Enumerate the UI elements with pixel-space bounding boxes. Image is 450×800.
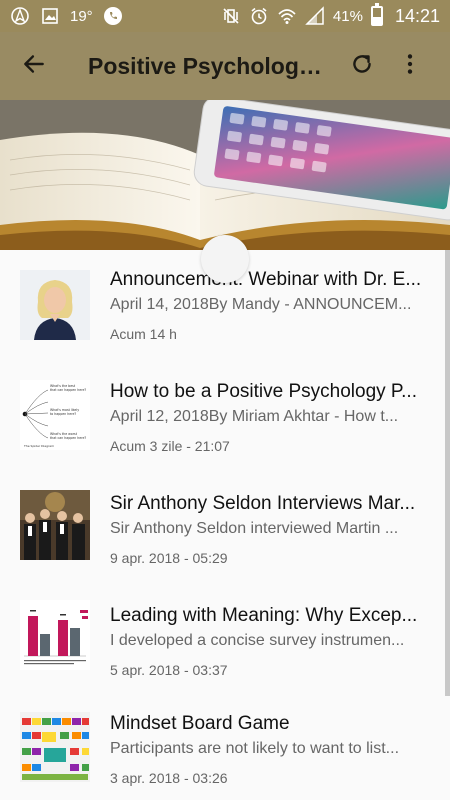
post-excerpt: April 14, 2018By Mandy - ANNOUNCEM... — [110, 296, 412, 313]
list-item[interactable]: Mindset Board Game Participants are not … — [0, 698, 450, 800]
list-item[interactable]: Leading with Meaning: Why Excep... I dev… — [0, 586, 450, 698]
battery-icon — [370, 3, 383, 26]
page-title: Positive Psycholog… — [88, 52, 322, 79]
post-title: How to be a Positive Psychology P... — [110, 381, 417, 402]
diagram-label: to happen here? — [50, 412, 76, 416]
post-title: Leading with Meaning: Why Excep... — [110, 605, 418, 626]
post-date: Acum 14 h — [110, 326, 177, 342]
signal-icon — [305, 6, 325, 26]
pull-to-refresh-indicator — [201, 235, 249, 283]
navigation-icon — [10, 6, 30, 26]
post-excerpt: Participants are not likely to want to l… — [110, 740, 400, 757]
post-excerpt: April 12, 2018By Miriam Akhtar - How t..… — [110, 408, 399, 425]
more-options-button[interactable] — [386, 42, 434, 90]
post-thumbnail: What's the best that can happen here? Wh… — [20, 380, 90, 450]
post-title: Mindset Board Game — [110, 713, 290, 734]
post-date: 3 apr. 2018 - 03:26 — [110, 770, 228, 786]
refresh-button[interactable] — [338, 42, 386, 90]
post-excerpt: Sir Anthony Seldon interviewed Martin ..… — [110, 520, 399, 537]
post-thumbnail — [20, 270, 90, 340]
more-vert-icon — [397, 51, 423, 82]
list-item[interactable]: What's the best that can happen here? Wh… — [0, 362, 450, 474]
clock: 14:21 — [394, 5, 440, 26]
diagram-label: that can happen here? — [50, 388, 86, 392]
back-button[interactable] — [10, 42, 58, 90]
vibrate-mute-icon — [221, 6, 241, 26]
post-title: Sir Anthony Seldon Interviews Mar... — [110, 493, 416, 514]
post-title: Announcement: Webinar with Dr. E... — [110, 269, 422, 290]
battery-percent: 41% — [332, 7, 363, 25]
scrollbar[interactable] — [445, 250, 450, 696]
post-date: 5 apr. 2018 - 03:37 — [110, 662, 228, 678]
temperature-text: 19° — [70, 7, 93, 25]
post-excerpt: I developed a concise survey instrumen..… — [110, 632, 405, 649]
header-image — [0, 100, 450, 250]
post-date: Acum 3 zile - 21:07 — [110, 438, 230, 454]
post-thumbnail — [20, 600, 90, 670]
post-list: Announcement: Webinar with Dr. E... Apri… — [0, 250, 450, 800]
image-icon — [40, 6, 60, 26]
phone-icon — [103, 6, 123, 26]
diagram-caption: The Spider Diagram — [23, 444, 54, 448]
post-thumbnail — [20, 490, 90, 560]
back-arrow-icon — [21, 51, 47, 82]
refresh-icon — [349, 51, 375, 82]
alarm-icon — [249, 6, 269, 26]
post-date: 9 apr. 2018 - 05:29 — [110, 550, 228, 566]
status-bar: 19° 41% 14:21 — [0, 0, 450, 32]
diagram-label: that can happen here? — [50, 436, 86, 440]
list-item[interactable]: Sir Anthony Seldon Interviews Mar... Sir… — [0, 474, 450, 586]
post-thumbnail — [20, 712, 90, 782]
wifi-icon — [277, 6, 297, 26]
app-bar: Positive Psycholog… — [0, 32, 450, 100]
